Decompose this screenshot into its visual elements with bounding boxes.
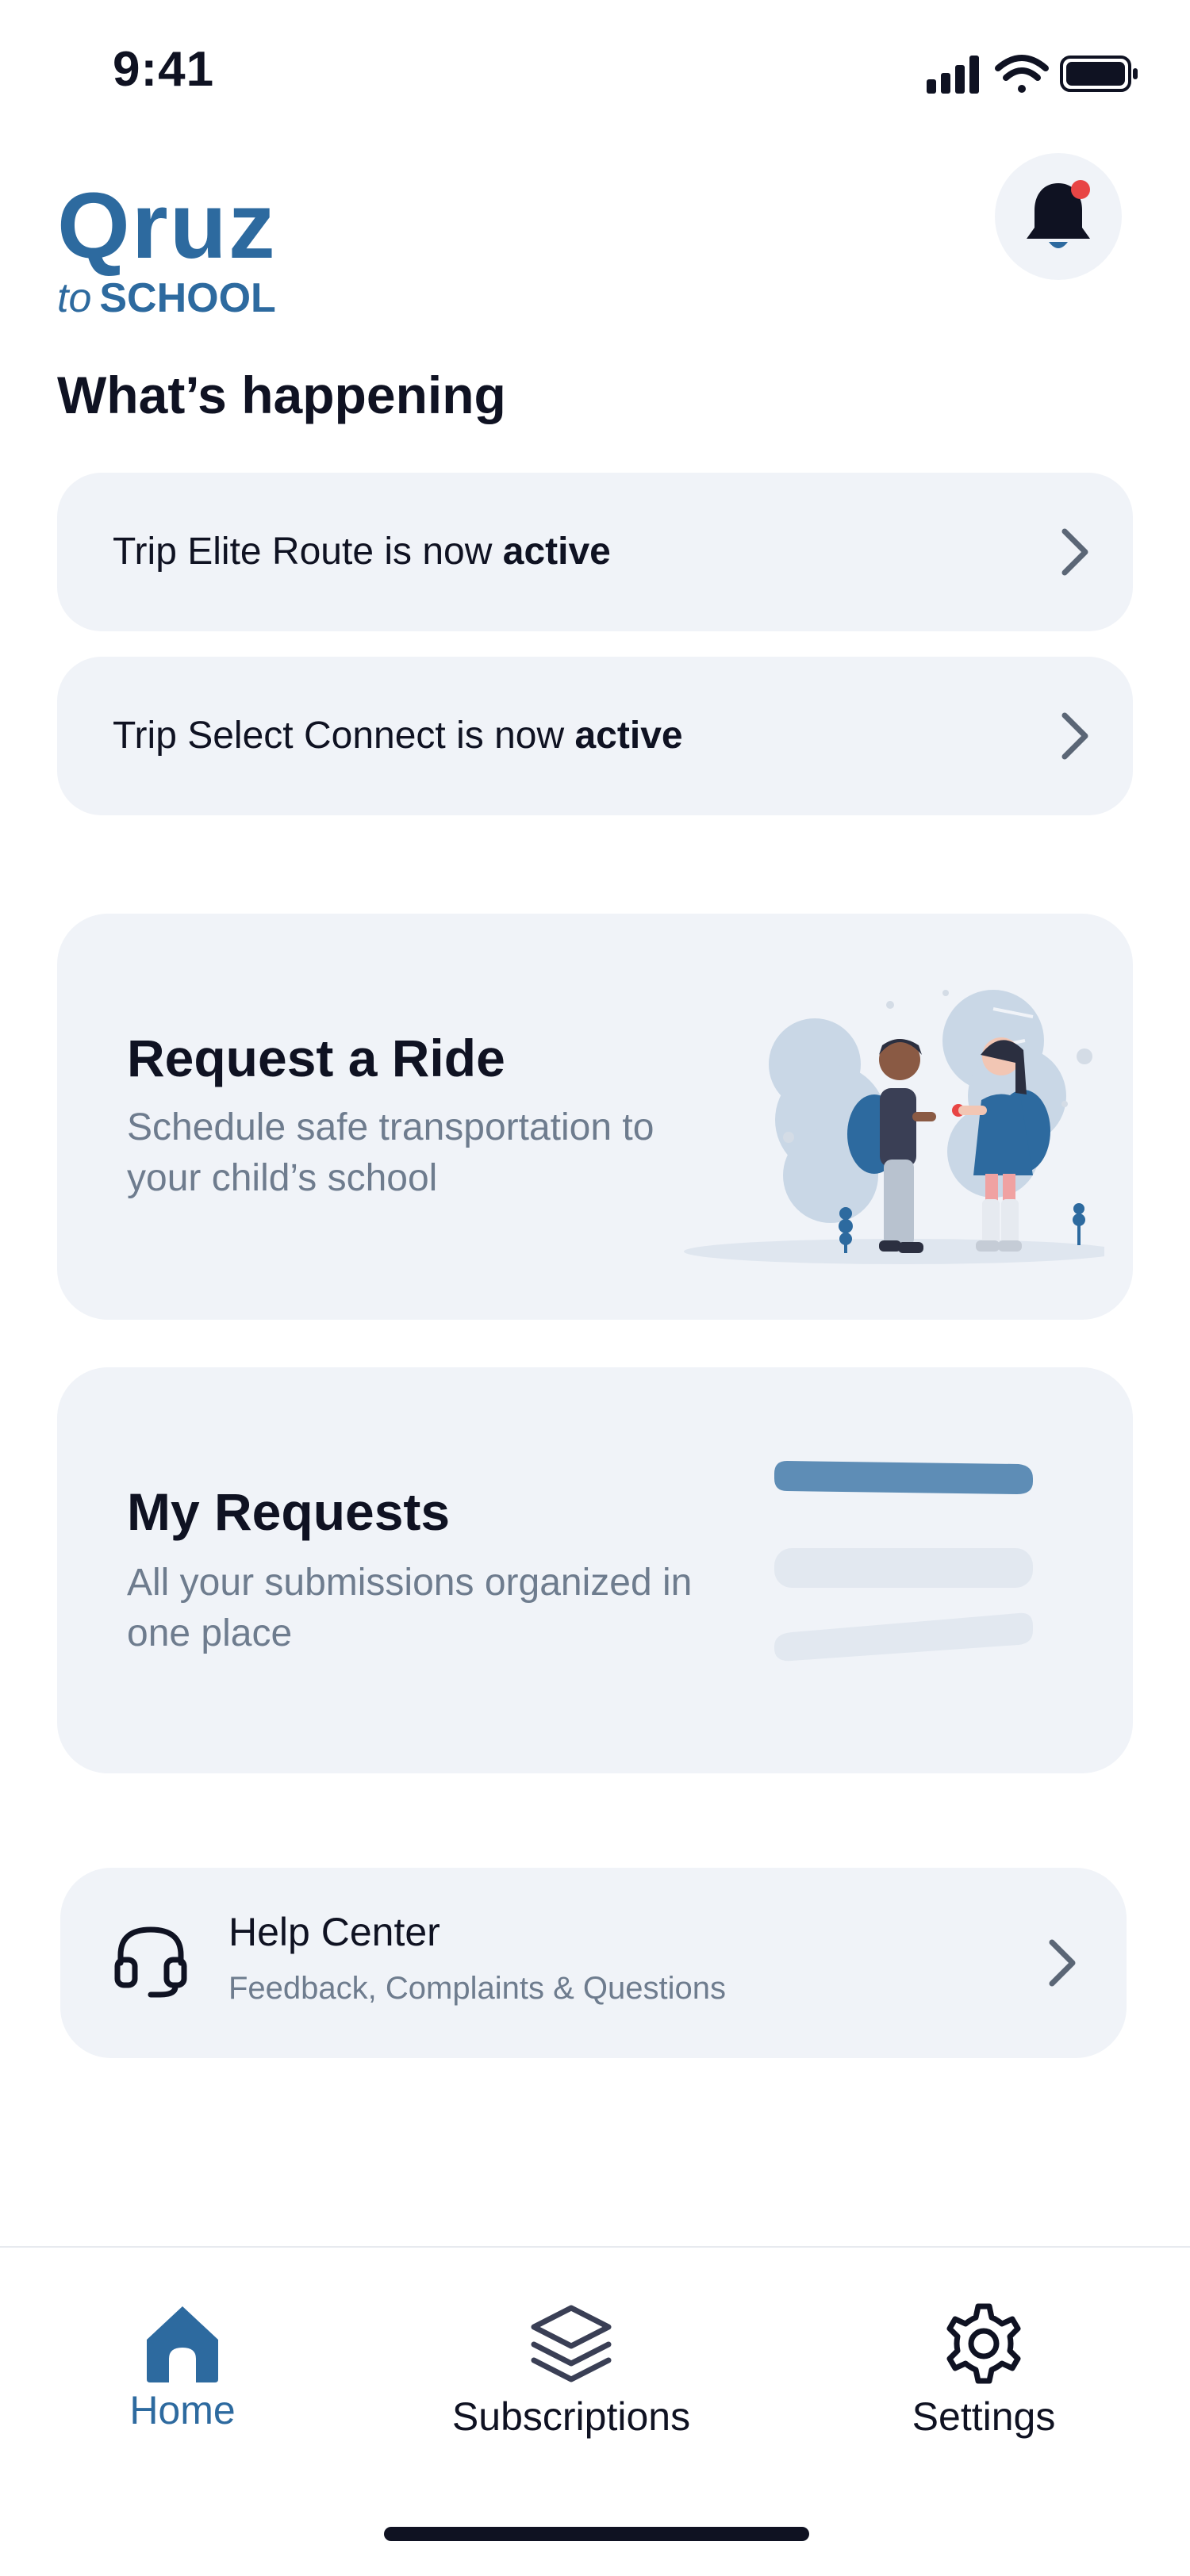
logo-main: Qruz [57,174,277,278]
layers-icon [531,2305,612,2382]
gear-icon [946,2303,1021,2384]
chevron-right-icon [1049,1939,1076,1987]
cellular-signal-icon [927,56,979,94]
logo-sub-prefix: to [57,275,92,321]
route-name: Elite Route [187,531,374,573]
trip-status: active [574,715,683,757]
request-ride-card[interactable]: Request a Ride Schedule safe transportat… [57,914,1133,1320]
status-time: 9:41 [113,42,215,97]
request-ride-subtitle: Schedule safe transportation to your chi… [127,1106,654,1199]
my-requests-card[interactable]: My Requests All your submissions organiz… [57,1367,1133,1773]
wifi-icon [995,55,1049,93]
help-center-title: Help Center [228,1910,440,1954]
notification-dot [1071,180,1090,199]
request-ride-title: Request a Ride [127,1029,505,1087]
status-icons [927,55,1138,94]
chevron-right-icon [1061,712,1088,760]
my-requests-subtitle: All your submissions organized in one pl… [127,1562,693,1654]
route-name: Select Connect [187,715,446,757]
section-title: What’s happening [57,366,506,424]
trip-notification-text: Trip Elite Route is now active [113,531,611,573]
help-center-card[interactable]: Help Center Feedback, Complaints & Quest… [60,1868,1127,2058]
nav-label-home: Home [129,2388,236,2432]
bell-icon [1027,180,1090,248]
notifications-button[interactable] [995,153,1122,280]
trip-notification-card[interactable]: Trip Elite Route is now active [57,473,1133,631]
bottom-nav-divider [0,2246,1190,2248]
app-logo: Qruz to SCHOOL [57,174,295,319]
nav-label-subscriptions: Subscriptions [451,2394,691,2439]
requests-list-illustration [774,1461,1033,1662]
headset-icon [114,1926,187,1998]
logo-sub: to SCHOOL [57,278,295,319]
trip-status: active [502,531,611,573]
home-icon [147,2306,218,2382]
battery-icon [1060,56,1138,92]
my-requests-title: My Requests [127,1482,451,1541]
nav-tab-settings[interactable]: Settings [881,2300,1087,2440]
nav-tab-home[interactable]: Home [119,2300,246,2433]
home-indicator [384,2527,809,2541]
nav-label-settings: Settings [912,2394,1056,2439]
help-center-subtitle: Feedback, Complaints & Questions [228,1971,726,2006]
nav-tab-subscriptions[interactable]: Subscriptions [428,2300,714,2440]
chevron-right-icon [1061,528,1088,576]
students-illustration [684,990,1104,1264]
trip-notification-card[interactable]: Trip Select Connect is now active [57,657,1133,815]
trip-notification-text: Trip Select Connect is now active [113,715,683,757]
logo-sub-text: SCHOOL [99,275,276,321]
